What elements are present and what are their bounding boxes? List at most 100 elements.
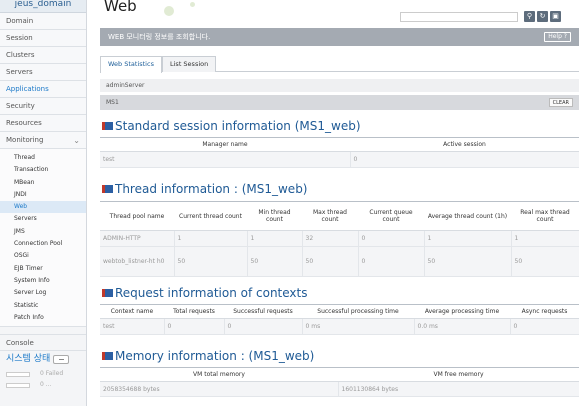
table-cell: 0: [509, 318, 579, 335]
submenu-item-connection-pool[interactable]: Connection Pool: [0, 238, 86, 250]
table-header: Current queue count: [358, 201, 424, 231]
table-cell: test: [100, 151, 350, 168]
table-cell: ADMIN-HTTP: [100, 230, 174, 247]
menu-item-clusters[interactable]: Clusters: [0, 47, 86, 64]
table-cell: 50: [301, 246, 358, 277]
table-header: Max thread count: [302, 201, 358, 231]
help-button[interactable]: Help ?: [544, 32, 571, 42]
table-row: test 0 0 0 ms 0.0 ms 0: [100, 318, 579, 335]
table-cell: 0: [349, 151, 579, 168]
table-header: Thread pool name: [100, 201, 174, 231]
table-header: Context name: [100, 304, 164, 319]
monitoring-label: Monitoring: [6, 136, 44, 144]
table-header: Average processing time: [414, 304, 510, 319]
search-input[interactable]: [400, 12, 518, 22]
submenu-item-mbean[interactable]: MBean: [0, 177, 86, 189]
server-name-bar: adminServer: [100, 79, 579, 92]
menu-item-servers[interactable]: Servers: [0, 64, 86, 81]
table-cell: 50: [246, 246, 302, 277]
tab-bar: Web Statistics List Session: [100, 56, 579, 73]
table-header-row: Context name Total requests Successful r…: [100, 304, 579, 319]
screen-icon[interactable]: ▣: [550, 11, 561, 22]
request-table: Context name Total requests Successful r…: [100, 304, 579, 335]
system-status: 시스템 상태: [0, 351, 86, 368]
status-row-label: 0 ...: [40, 381, 52, 389]
table-cell: test: [100, 318, 164, 335]
table-cell: 50: [173, 246, 247, 277]
table-cell: 0: [357, 230, 424, 247]
submenu-item-servers[interactable]: Servers: [0, 213, 86, 225]
menu-item-applications[interactable]: Applications: [0, 81, 86, 98]
submenu-item-jms[interactable]: JMS: [0, 226, 86, 238]
submenu-item-jndi[interactable]: JNDI: [0, 189, 86, 201]
status-bar: [6, 372, 30, 378]
table-cell: 1: [423, 230, 511, 247]
table-cell: webtob_listner-ht h0: [100, 246, 174, 277]
submenu-item-patch-info[interactable]: Patch Info: [0, 312, 86, 324]
table-cell: 0: [163, 318, 224, 335]
thread-section-title: Thread information : (MS1_web): [102, 181, 308, 197]
submenu-item-ejb-timer[interactable]: EJB Timer: [0, 263, 86, 275]
table-header: VM free memory: [338, 367, 579, 382]
menu-item-console[interactable]: Console: [0, 334, 86, 352]
menu-item-domain[interactable]: Domain: [0, 13, 86, 30]
table-header: Total requests: [164, 304, 224, 319]
sidebar: jeus_domain Domain Session Clusters Serv…: [0, 0, 87, 406]
main-content: Web ⚲ ↻ ▣ WEB 모니터링 정보를 조회합니다. Help ? Web…: [98, 0, 580, 406]
status-row: 0 ...: [0, 379, 86, 390]
table-header: Successful processing time: [302, 304, 414, 319]
submenu-item-server-log[interactable]: Server Log: [0, 287, 86, 299]
table-header: Active session: [350, 137, 579, 152]
table-cell: 1: [173, 230, 247, 247]
table-header: Manager name: [100, 137, 350, 152]
table-cell: 32: [301, 230, 358, 247]
menu-item-session[interactable]: Session: [0, 30, 86, 47]
table-cell: 50: [510, 246, 579, 277]
table-header: Successful requests: [224, 304, 302, 319]
info-banner: WEB 모니터링 정보를 조회합니다. Help ?: [100, 28, 579, 46]
session-table: Manager name Active session test 0: [100, 137, 579, 168]
tab-web-statistics[interactable]: Web Statistics: [100, 56, 162, 73]
ms-name-bar: MS1 CLEAR: [100, 95, 579, 110]
submenu-item-web[interactable]: Web: [0, 201, 86, 214]
submenu-item-system-info[interactable]: System Info: [0, 275, 86, 287]
menu-item-security[interactable]: Security: [0, 98, 86, 115]
submenu-item-thread[interactable]: Thread: [0, 152, 86, 164]
request-section-title: Request information of contexts: [102, 285, 308, 301]
status-row: 0 Failed: [0, 368, 86, 379]
monitoring-submenu: Thread Transaction MBean JNDI Web Server…: [0, 149, 86, 328]
status-row-label: 0 Failed: [40, 370, 64, 378]
table-header: Async requests: [510, 304, 579, 319]
session-section-title: Standard session information (MS1_web): [102, 118, 361, 134]
banner-text: WEB 모니터링 정보를 조회합니다.: [108, 33, 211, 41]
submenu-item-transaction[interactable]: Transaction: [0, 164, 86, 176]
clear-button[interactable]: CLEAR: [548, 98, 573, 107]
table-cell: 1601130864 bytes: [337, 381, 579, 397]
chevron-down-icon[interactable]: ⌄: [73, 132, 80, 149]
table-cell: 0: [357, 246, 424, 277]
thread-table: Thread pool name Current thread count Mi…: [100, 201, 579, 277]
system-status-toggle[interactable]: [53, 355, 69, 365]
system-status-label: 시스템 상태: [6, 354, 51, 365]
search-icon[interactable]: ⚲: [524, 11, 535, 22]
memory-section-title: Memory information : (MS1_web): [102, 348, 314, 364]
submenu-item-osgi[interactable]: OSGi: [0, 250, 86, 262]
table-cell: 1: [510, 230, 579, 247]
refresh-icon[interactable]: ↻: [537, 11, 548, 22]
table-cell: 50: [423, 246, 511, 277]
page-title: Web: [104, 0, 137, 15]
ms-name: MS1: [106, 99, 119, 106]
table-cell: 0.0 ms: [413, 318, 510, 335]
submenu-item-statistic[interactable]: Statistic: [0, 300, 86, 312]
tab-list-session[interactable]: List Session: [162, 56, 217, 72]
menu-item-resources[interactable]: Resources: [0, 115, 86, 132]
decorative-dot: [190, 2, 195, 7]
menu-item-monitoring[interactable]: Monitoring ⌄: [0, 132, 86, 149]
table-header: Min thread count: [247, 201, 302, 231]
table-row: ADMIN-HTTP 1 1 32 0 1 1: [100, 230, 579, 247]
domain-name-header[interactable]: jeus_domain: [0, 0, 86, 13]
status-bar: [6, 383, 30, 389]
table-header-row: Manager name Active session: [100, 137, 579, 152]
table-cell: 0: [223, 318, 302, 335]
table-cell: 0 ms: [301, 318, 414, 335]
